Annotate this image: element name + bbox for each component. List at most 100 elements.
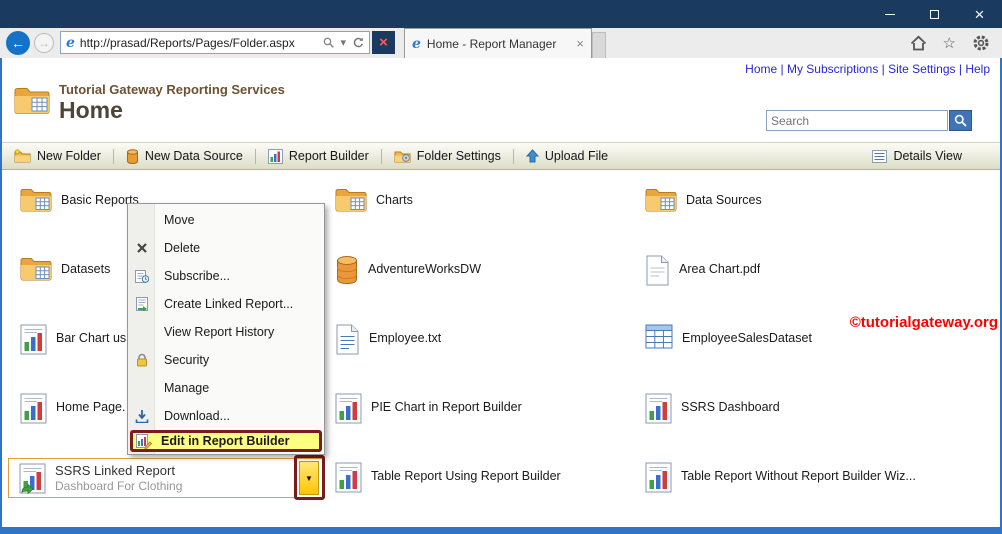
back-arrow-icon: ←: [11, 35, 25, 51]
menu-item-delete[interactable]: Delete: [128, 234, 324, 262]
menu-item-edit-in-report-builder[interactable]: Edit in Report Builder: [130, 430, 322, 452]
toolbar-separator: [380, 148, 382, 164]
reporting-services-logo-icon: [14, 84, 50, 121]
maximize-icon: [930, 9, 939, 19]
browser-tab[interactable]: e Home - Report Manager ×: [404, 28, 592, 58]
item-label: Datasets: [61, 262, 111, 276]
item-label: Charts: [376, 193, 413, 207]
menu-item-create-linked-report[interactable]: Create Linked Report...: [128, 290, 324, 318]
delete-icon: [134, 242, 150, 254]
close-button[interactable]: ×: [957, 0, 1002, 28]
item-label: Home Page.: [56, 400, 126, 414]
menu-item-security[interactable]: Security: [128, 346, 324, 374]
selected-item-subtitle: Dashboard For Clothing: [55, 479, 183, 493]
refresh-icon[interactable]: [352, 37, 364, 49]
text-file-icon: [336, 324, 359, 355]
url-text[interactable]: http://prasad/Reports/Pages/Folder.aspx: [80, 36, 319, 50]
folder-icon: [20, 189, 52, 212]
report-builder-icon: [267, 148, 283, 164]
database-icon: [337, 256, 357, 285]
report-builder-button[interactable]: Report Builder: [267, 148, 369, 164]
home-icon[interactable]: [910, 35, 927, 51]
new-tab-stub[interactable]: [592, 32, 606, 58]
report-icon: [20, 324, 47, 355]
context-menu: Move Delete Subscribe... Create Linked R…: [127, 203, 325, 455]
new-folder-button[interactable]: New Folder: [14, 149, 101, 163]
grid-item-ssrs-dashboard[interactable]: SSRS Dashboard: [633, 385, 994, 454]
menu-item-move[interactable]: Move: [128, 206, 324, 234]
search-input[interactable]: [766, 110, 948, 131]
details-view-label: Details View: [893, 149, 962, 163]
stop-button[interactable]: ×: [372, 31, 395, 54]
grid-item-pie-chart-in-report-builder[interactable]: PIE Chart in Report Builder: [323, 385, 633, 454]
selected-item-text: SSRS Linked Report Dashboard For Clothin…: [55, 463, 182, 493]
new-data-source-icon: [126, 148, 138, 164]
address-bar[interactable]: e http://prasad/Reports/Pages/Folder.asp…: [60, 31, 370, 54]
grid-cell-selected-item: SSRS Linked Report Dashboard For Clothin…: [8, 454, 325, 523]
ie-tab-icon: e: [412, 35, 421, 52]
item-label: EmployeeSalesDataset: [682, 331, 812, 345]
forward-button[interactable]: →: [34, 33, 54, 53]
selected-item-tile[interactable]: SSRS Linked Report Dashboard For Clothin…: [8, 455, 325, 500]
folder-settings-button[interactable]: Folder Settings: [394, 149, 501, 163]
report-icon: [645, 393, 672, 424]
grid-item-adventureworksdw[interactable]: AdventureWorksDW: [323, 247, 633, 316]
back-button[interactable]: ←: [6, 31, 30, 55]
upload-file-button[interactable]: Upload File: [525, 149, 609, 163]
grid-item-employee-txt[interactable]: Employee.txt: [323, 316, 633, 385]
tab-title: Home - Report Manager: [426, 36, 557, 51]
item-label: PIE Chart in Report Builder: [371, 400, 522, 414]
link-my-subscriptions[interactable]: My Subscriptions: [777, 62, 878, 76]
link-help[interactable]: Help: [956, 62, 990, 76]
grid-item-table-report-using-report-builder[interactable]: Table Report Using Report Builder: [323, 454, 633, 523]
minimize-button[interactable]: [867, 0, 912, 28]
link-home[interactable]: Home: [745, 62, 777, 76]
menu-item-manage[interactable]: Manage: [128, 374, 324, 402]
settings-gear-icon[interactable]: [972, 34, 990, 52]
maximize-button[interactable]: [912, 0, 957, 28]
grid-item-charts[interactable]: Charts: [323, 178, 633, 247]
autocomplete-caret-icon[interactable]: ▾: [340, 36, 346, 49]
selected-item-title: SSRS Linked Report: [55, 463, 175, 478]
search-button[interactable]: [949, 110, 972, 131]
link-site-settings[interactable]: Site Settings: [878, 62, 955, 76]
folder-icon: [645, 189, 677, 212]
new-data-source-label: New Data Source: [144, 149, 243, 163]
menu-item-subscribe[interactable]: Subscribe...: [128, 262, 324, 290]
search-icon: [954, 114, 967, 127]
item-label: AdventureWorksDW: [368, 262, 481, 276]
page-title: Home: [59, 97, 123, 123]
report-icon: [20, 393, 47, 424]
report-icon: [335, 462, 362, 493]
browser-navbar: ← → e http://prasad/Reports/Pages/Folder…: [0, 28, 1002, 58]
item-dropdown-button[interactable]: ▼: [299, 461, 319, 495]
favorites-star-icon[interactable]: ☆: [943, 36, 956, 51]
file-icon: [646, 255, 669, 286]
linked-report-icon: [19, 463, 46, 494]
menu-item-label: Manage: [164, 381, 210, 395]
details-view-button[interactable]: Details View: [872, 149, 962, 163]
search-area: [766, 110, 972, 131]
upload-file-label: Upload File: [544, 149, 609, 163]
toolbar: New Folder New Data Source Report Builde…: [2, 142, 1000, 170]
menu-item-download[interactable]: Download...: [128, 402, 324, 430]
watermark: ©tutorialgateway.org: [849, 314, 998, 331]
menu-item-label: Move: [164, 213, 195, 227]
toolbar-separator: [112, 148, 114, 164]
stop-icon: ×: [379, 34, 388, 51]
grid-item-data-sources[interactable]: Data Sources: [633, 178, 994, 247]
toolbar-separator: [512, 148, 514, 164]
menu-item-label: View Report History: [164, 325, 275, 339]
new-data-source-button[interactable]: New Data Source: [126, 148, 243, 164]
address-bar-tools: ▾: [323, 36, 364, 49]
report-icon: [645, 462, 672, 493]
tab-close-icon[interactable]: ×: [576, 36, 584, 51]
site-nav-links: HomeMy SubscriptionsSite SettingsHelp: [745, 62, 990, 76]
caret-down-icon: ▼: [305, 473, 313, 483]
grid-item-area-chart-pdf[interactable]: Area Chart.pdf: [633, 247, 994, 316]
window-controls: ×: [867, 0, 1002, 28]
search-magnifier-icon[interactable]: [323, 37, 335, 48]
menu-item-view-report-history[interactable]: View Report History: [128, 318, 324, 346]
grid-item-table-report-without-wizard[interactable]: Table Report Without Report Builder Wiz.…: [633, 454, 994, 523]
report-builder-label: Report Builder: [288, 149, 369, 163]
